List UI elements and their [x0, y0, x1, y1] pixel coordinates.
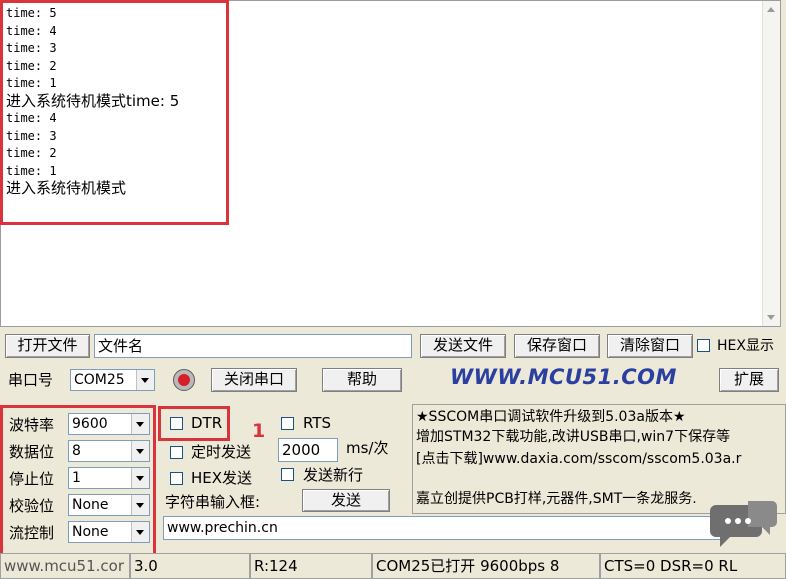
send-button[interactable]: 发送	[302, 489, 390, 512]
send-text-input[interactable]: www.prechin.cn	[163, 516, 723, 540]
highlight-dtr-box	[158, 406, 230, 441]
scroll-up-icon[interactable]	[767, 7, 775, 12]
scroll-down-icon[interactable]	[767, 315, 775, 320]
vertical-scrollbar[interactable]	[762, 1, 780, 326]
ad-line-2: 增加STM32下载功能,改讲USB串口,win7下保存等	[416, 429, 731, 445]
send-newline-checkbox[interactable]	[281, 468, 294, 481]
status-version: 3.0	[130, 553, 250, 579]
timed-send-label: 定时发送	[191, 443, 252, 461]
timed-send-checkbox[interactable]	[170, 446, 183, 459]
ad-line-3[interactable]: [点击下载]www.daxia.com/sscom/sscom5.03a.r	[416, 449, 741, 469]
status-url[interactable]: www.mcu51.cor	[0, 553, 130, 579]
interval-unit-label: ms/次	[346, 439, 389, 457]
send-file-button[interactable]: 发送文件	[420, 334, 506, 358]
send-newline-label: 发送新行	[303, 466, 364, 484]
expand-button[interactable]: 扩展	[719, 368, 779, 392]
port-select[interactable]: COM25	[70, 369, 155, 391]
interval-field[interactable]: 2000	[278, 438, 338, 462]
port-label: 串口号	[8, 371, 54, 389]
ad-line-4: 嘉立创提供PCB打样,元器件,SMT一条龙服务.	[416, 491, 697, 507]
hex-display-checkbox[interactable]	[697, 339, 710, 352]
highlight-receive-box	[0, 0, 229, 225]
save-window-button[interactable]: 保存窗口	[514, 334, 600, 358]
close-port-button[interactable]: 关闭串口	[211, 368, 297, 392]
chat-bubble-icon	[708, 499, 778, 549]
annotation-number: 1	[252, 420, 266, 442]
highlight-settings-box	[0, 405, 156, 562]
port-select-value: COM25	[74, 372, 125, 388]
status-signals: CTS=0 DSR=0 RL	[600, 553, 786, 579]
port-status-led-icon	[173, 369, 195, 391]
ad-line-1: ★SSCOM串口调试软件升级到5.03a版本★	[416, 409, 686, 425]
rts-label: RTS	[303, 414, 332, 432]
brand-text: WWW.MCU51.COM	[450, 365, 677, 389]
open-file-button[interactable]: 打开文件	[5, 334, 90, 358]
hex-display-label: HEX显示	[717, 338, 774, 354]
status-port: COM25已打开 9600bps 8	[372, 553, 600, 579]
input-label: 字符串输入框:	[165, 493, 261, 511]
status-received: R:124	[250, 553, 372, 579]
rts-checkbox[interactable]	[281, 417, 294, 430]
hex-send-label: HEX发送	[191, 469, 253, 487]
file-name-field[interactable]: 文件名	[94, 334, 412, 358]
help-button[interactable]: 帮助	[322, 368, 402, 392]
hex-send-checkbox[interactable]	[170, 472, 183, 485]
chevron-down-icon[interactable]	[136, 370, 154, 390]
brand-logo[interactable]: WWW.MCU51.COM	[450, 365, 677, 389]
ad-panel[interactable]: ★SSCOM串口调试软件升级到5.03a版本★ 增加STM32下载功能,改讲US…	[412, 404, 786, 514]
clear-window-button[interactable]: 清除窗口	[607, 334, 693, 358]
